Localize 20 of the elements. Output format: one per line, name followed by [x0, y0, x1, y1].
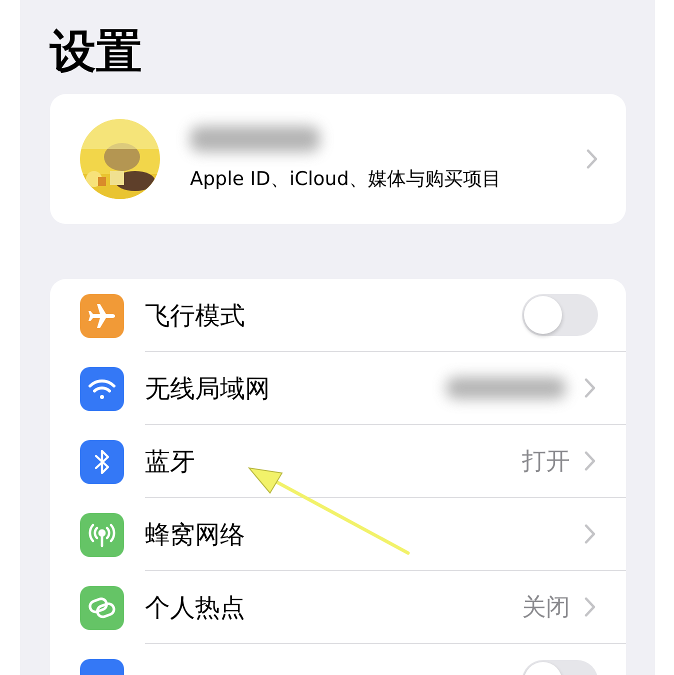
chevron-icon: [584, 597, 596, 617]
settings-row[interactable]: 蜂窝网络: [50, 498, 626, 571]
setting-value: 打开: [522, 446, 570, 477]
chevron-icon: [584, 378, 596, 398]
profile-subtitle: Apple ID、iCloud、媒体与购买项目: [190, 167, 502, 192]
settings-row[interactable]: 飞行模式: [50, 279, 626, 352]
setting-label: 蜂窝网络: [145, 518, 245, 550]
setting-value: 关闭: [522, 592, 570, 623]
setting-label: 无线局域网: [145, 372, 270, 404]
setting-label: 蓝牙: [145, 446, 195, 478]
toggle-switch[interactable]: [522, 294, 598, 336]
settings-row[interactable]: 个人热点 关闭: [50, 571, 626, 644]
setting-label: 飞行模式: [145, 300, 245, 332]
profile-card[interactable]: Apple ID、iCloud、媒体与购买项目: [50, 94, 626, 224]
chevron-icon: [584, 524, 596, 544]
chevron-icon: [586, 149, 598, 169]
page-title: 设置: [50, 23, 142, 80]
chevron-icon: [584, 451, 596, 471]
settings-row[interactable]: 无线局域网: [50, 352, 626, 425]
setting-label: 个人热点: [145, 592, 245, 624]
